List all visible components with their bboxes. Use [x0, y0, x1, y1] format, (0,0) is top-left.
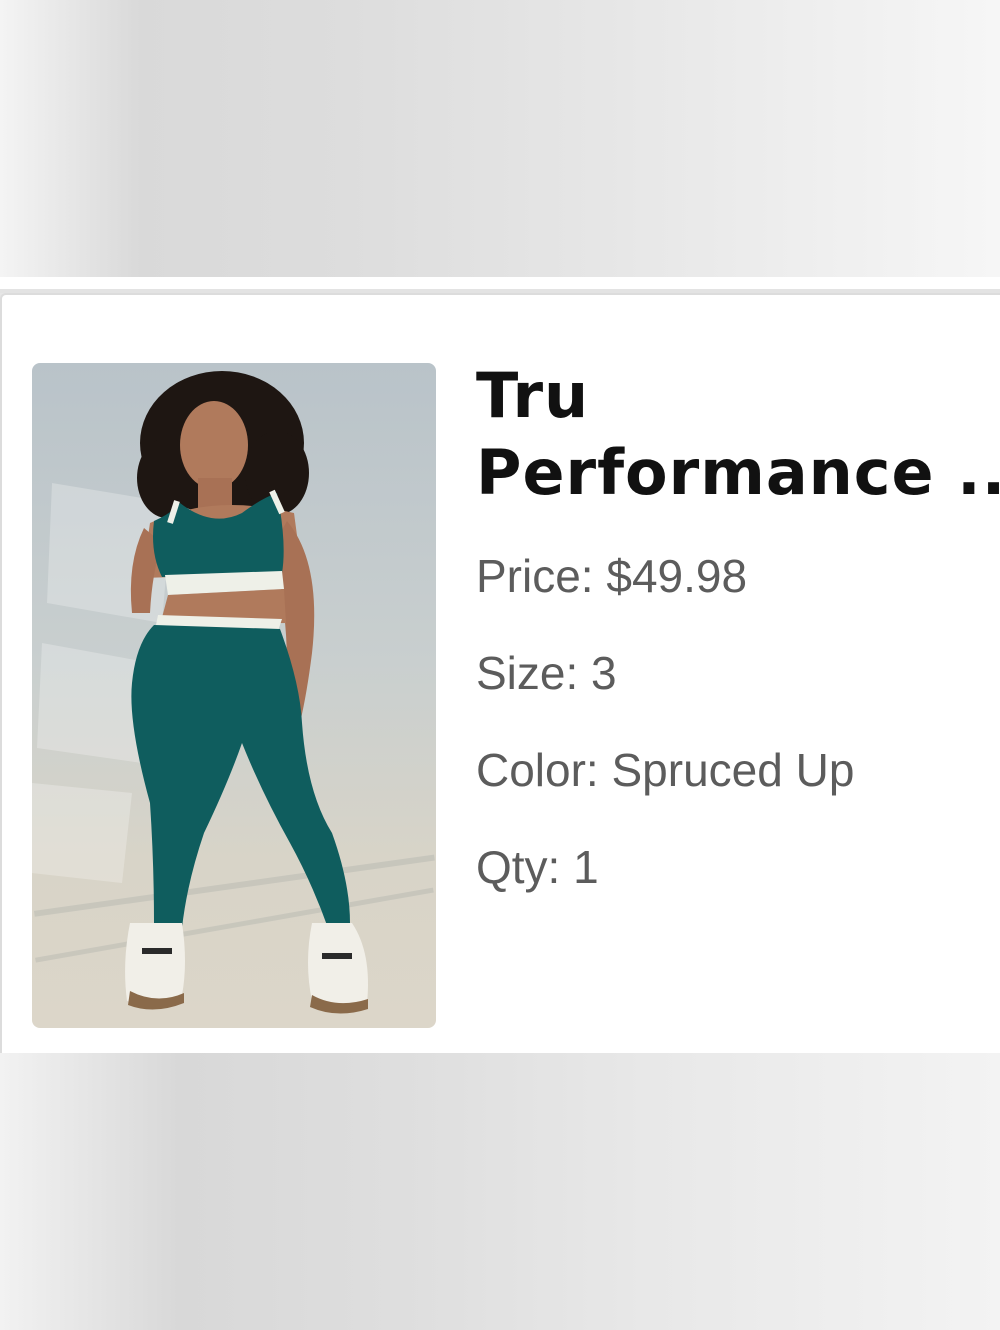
price-row: Price: $49.98 — [476, 528, 1000, 625]
qty-label: Qty: — [476, 841, 561, 893]
background-bottom — [0, 1053, 1000, 1330]
product-title[interactable]: Tru Performance ... — [476, 357, 1000, 511]
product-details: Tru Performance ... Price: $49.98 Size: … — [476, 357, 1000, 916]
color-value: Spruced Up — [611, 744, 855, 796]
size-value: 3 — [591, 647, 617, 699]
price-label: Price: — [476, 550, 594, 602]
price-value: $49.98 — [606, 550, 748, 602]
color-label: Color: — [476, 744, 599, 796]
section-divider — [0, 277, 1000, 293]
product-title-line-1: Tru — [476, 359, 590, 432]
background-top — [0, 0, 1000, 277]
cart-item-card[interactable]: Tru Performance ... Price: $49.98 Size: … — [0, 293, 1000, 1053]
size-label: Size: — [476, 647, 579, 699]
qty-value: 1 — [573, 841, 599, 893]
size-row: Size: 3 — [476, 625, 1000, 722]
qty-row: Qty: 1 — [476, 819, 1000, 916]
color-row: Color: Spruced Up — [476, 722, 1000, 819]
product-image[interactable] — [32, 363, 436, 1028]
product-title-line-2: Performance ... — [476, 436, 1000, 509]
product-photo-illustration — [32, 371, 435, 1014]
